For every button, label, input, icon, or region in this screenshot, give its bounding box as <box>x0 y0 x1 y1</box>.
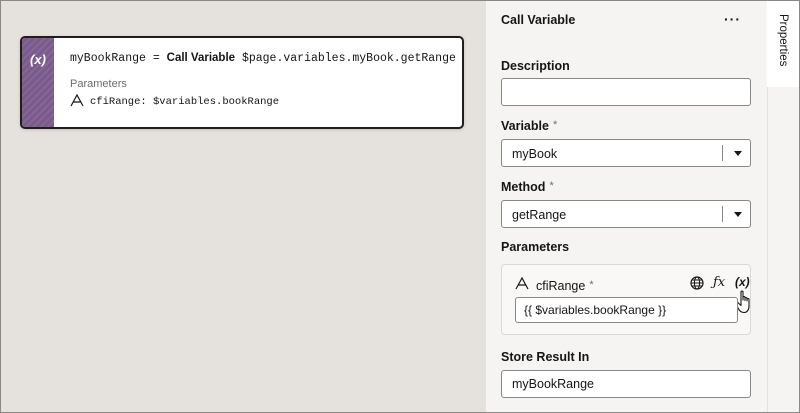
action-method-path: $page.variables.myBook.getRange <box>241 52 456 65</box>
string-type-icon <box>70 93 84 110</box>
action-keyword: Call Variable <box>166 52 236 64</box>
parameter-value-field[interactable] <box>515 297 738 323</box>
string-type-icon <box>515 276 529 293</box>
method-label: Method * <box>501 180 554 194</box>
variable-select[interactable]: myBook <box>501 139 751 167</box>
variable-picker-icon[interactable]: (x) <box>735 275 750 289</box>
parameters-label: Parameters <box>501 240 570 254</box>
store-result-label: Store Result In <box>501 350 590 364</box>
parameter-name-text: cfiRange <box>536 279 586 293</box>
description-label: Description <box>501 59 570 73</box>
action-params-label: Parameters <box>70 78 127 90</box>
required-marker: * <box>552 119 558 131</box>
action-strip: (x) <box>22 38 54 127</box>
chevron-down-icon[interactable] <box>734 212 742 217</box>
parameter-name: cfiRange * <box>536 279 594 293</box>
required-marker: * <box>549 180 554 192</box>
action-param-row: cfiRange: $variables.bookRange <box>70 93 452 110</box>
action-summary: myBookRange = Call Variable $page.variab… <box>70 52 456 65</box>
description-label-text: Description <box>501 59 570 73</box>
method-label-text: Method <box>501 180 546 194</box>
method-select[interactable]: getRange <box>501 200 751 228</box>
variable-label: Variable * <box>501 119 557 133</box>
action-canvas: (x) myBookRange = Call Variable $page.va… <box>1 1 486 412</box>
properties-panel: Call Variable ··· Description Variable * … <box>486 1 767 412</box>
more-options-icon[interactable]: ··· <box>724 11 741 27</box>
description-field[interactable] <box>501 78 751 106</box>
action-target: myBookRange <box>70 52 146 65</box>
variable-select-value: myBook <box>512 147 558 161</box>
store-result-field[interactable] <box>501 370 751 398</box>
variable-icon: (x) <box>30 52 46 67</box>
select-divider <box>722 206 723 222</box>
parameter-card-cfirange: cfiRange * ƒx (x) <box>501 264 751 335</box>
chevron-down-icon[interactable] <box>734 151 742 156</box>
panel-title: Call Variable <box>501 13 576 27</box>
action-param-text: cfiRange: $variables.bookRange <box>90 96 280 108</box>
select-divider <box>722 145 723 161</box>
action-body: myBookRange = Call Variable $page.variab… <box>70 52 456 110</box>
function-icon[interactable]: ƒx <box>713 275 725 290</box>
side-tab-rail: Properties <box>767 1 799 412</box>
tab-properties-label: Properties <box>777 14 789 67</box>
window: (x) myBookRange = Call Variable $page.va… <box>0 0 800 413</box>
action-equals: = <box>152 52 160 65</box>
globe-icon[interactable] <box>690 276 704 290</box>
call-variable-action-card[interactable]: (x) myBookRange = Call Variable $page.va… <box>20 36 464 129</box>
variable-label-text: Variable <box>501 119 549 133</box>
required-marker: * <box>589 279 594 291</box>
tab-properties[interactable]: Properties <box>767 1 799 87</box>
method-select-value: getRange <box>512 208 567 222</box>
